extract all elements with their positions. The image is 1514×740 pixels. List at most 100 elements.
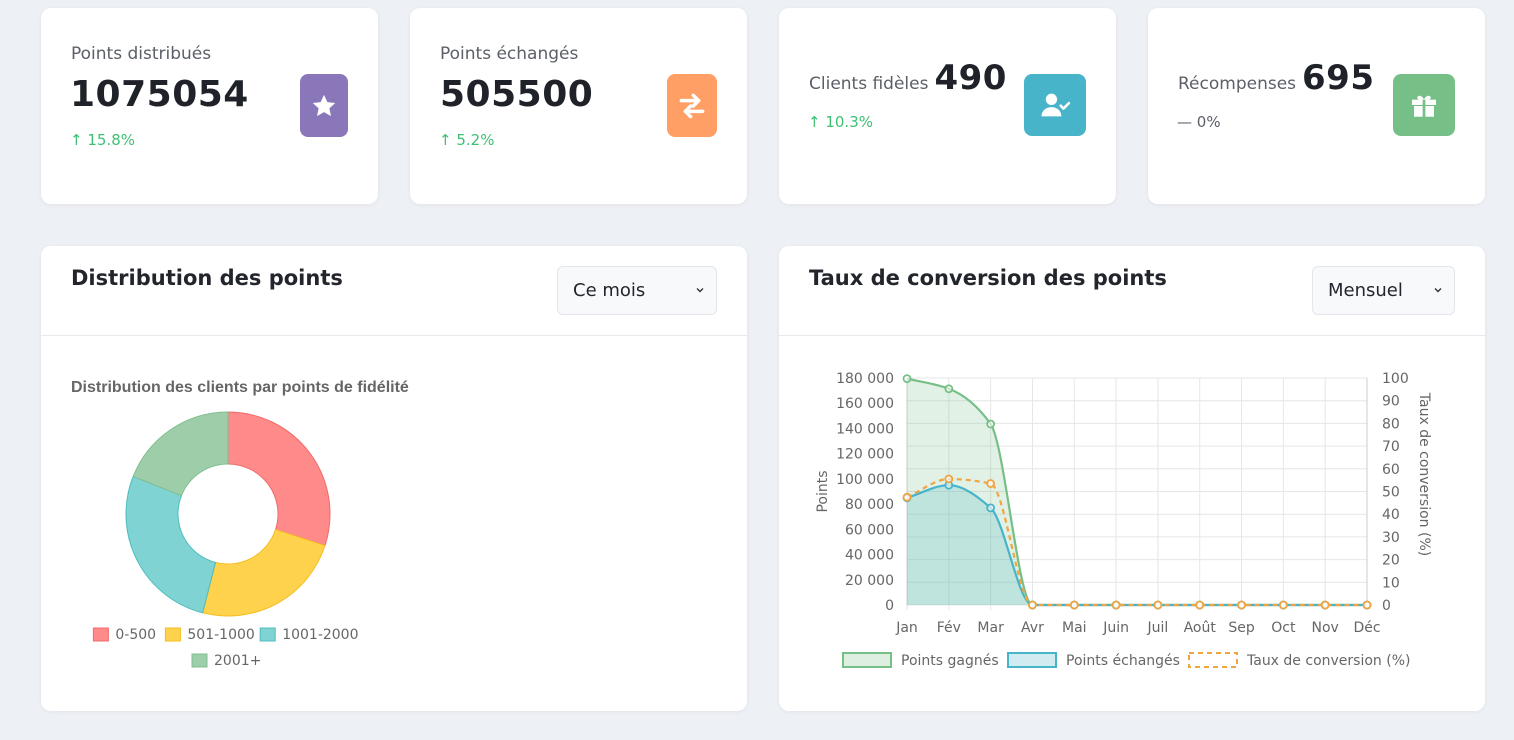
x-tick: Fév [937, 620, 961, 636]
legend-swatch-1001-2000 [259, 627, 276, 642]
legend-label: Points échangés [1066, 653, 1180, 669]
stat-value: 1075054 [70, 74, 249, 115]
user-check-icon [1041, 93, 1071, 117]
y-tick-left: 120 000 [836, 447, 894, 463]
y-tick-right: 100 [1382, 371, 1409, 387]
legend-swatch [842, 652, 892, 668]
x-tick: Juil [1147, 620, 1169, 636]
data-point [986, 479, 996, 488]
doughnut-slice-1001-2000 [125, 475, 217, 614]
arrow-up-icon: ↑ [439, 131, 457, 149]
x-tick: Mai [1062, 620, 1087, 636]
data-point [944, 384, 954, 394]
data-point [1028, 600, 1037, 610]
distribution-panel: Distribution des points Ce mois Distribu… [41, 246, 747, 711]
y-tick-left: 160 000 [836, 396, 894, 412]
dash-icon: — [1177, 113, 1197, 131]
y-tick-right: 90 [1382, 394, 1400, 410]
data-point [1320, 600, 1330, 610]
data-point [944, 474, 954, 484]
stat-icon-box [1393, 74, 1455, 136]
data-point [1069, 600, 1079, 610]
stat-card-loyal-clients: Clients fidèles 490 ↑ 10.3% [779, 8, 1116, 204]
stat-trend: ↑ 5.2% [439, 131, 495, 149]
panel-divider [41, 335, 747, 336]
stat-headline: Récompenses 695 [1178, 58, 1375, 98]
legend-swatch-501-1000 [164, 627, 181, 642]
legend-label: 501-1000 [187, 627, 254, 643]
legend-swatch-0-500 [92, 627, 109, 642]
stat-card-points-exchanged: Points échangés 505500 ↑ 5.2% [410, 8, 747, 204]
stat-trend: ↑ 15.8% [70, 131, 135, 149]
arrow-up-icon: ↑ [808, 113, 826, 131]
x-tick: Oct [1271, 620, 1296, 636]
legend-label: 0-500 [115, 627, 156, 643]
y-tick-right: 40 [1382, 507, 1400, 523]
stat-value: 490 [934, 58, 1007, 98]
stat-card-points-distributed: Points distribués 1075054 ↑ 15.8% [41, 8, 378, 204]
x-tick: Mar [977, 620, 1004, 636]
y-tick-right: 0 [1382, 598, 1391, 614]
data-point [1111, 600, 1121, 610]
y-tick-left: 100 000 [836, 472, 894, 488]
y-tick-left: 0 [885, 598, 894, 614]
stat-card-rewards: Récompenses 695 — 0% [1148, 8, 1485, 204]
x-tick: Déc [1353, 620, 1380, 636]
doughnut-chart-title: Distribution des clients par points de f… [71, 379, 409, 396]
x-tick: Août [1184, 620, 1217, 636]
conversion-line-chart: 0 20 000 40 000 60 000 80 000 100 000 120 000 1… [815, 371, 1432, 669]
data-point [902, 374, 912, 384]
stat-icon-box [300, 74, 348, 137]
legend-swatch-2001+ [191, 653, 208, 668]
stat-label: Points distribués [71, 44, 212, 64]
y-tick-left: 80 000 [845, 497, 894, 513]
legend-label: 2001+ [214, 653, 261, 669]
x-tick: Nov [1312, 620, 1339, 636]
y-tick-right: 20 [1382, 553, 1400, 569]
stat-label: Clients fidèles [809, 74, 929, 94]
panel-title: Distribution des points [71, 266, 343, 290]
legend-label: Points gagnés [901, 653, 999, 669]
doughnut-slice-0-500 [227, 411, 331, 547]
y-tick-left: 20 000 [845, 573, 894, 589]
stat-icon-box [667, 74, 717, 137]
stat-headline: Clients fidèles 490 [809, 58, 1007, 98]
y-tick-right: 10 [1382, 575, 1400, 591]
exchange-arrows-icon [679, 93, 705, 118]
x-tick: Juin [1102, 620, 1129, 636]
y-tick-right: 60 [1382, 462, 1400, 478]
y-tick-right: 70 [1382, 439, 1400, 455]
x-tick: Sep [1228, 620, 1255, 636]
chevron-down-icon [696, 288, 704, 293]
y-tick-right: 30 [1382, 530, 1400, 546]
data-point [986, 503, 996, 513]
y-tick-right: 50 [1382, 485, 1400, 501]
y-axis-label-right: Taux de conversion (%) [1416, 392, 1432, 556]
legend-swatch [1188, 652, 1238, 668]
data-point [1237, 600, 1246, 610]
data-point [1362, 600, 1372, 610]
arrow-up-icon: ↑ [70, 131, 88, 149]
legend-label: Taux de conversion (%) [1246, 653, 1410, 669]
star-icon [312, 94, 336, 116]
y-axis-label-left: Points [815, 470, 831, 512]
x-tick: Avr [1021, 620, 1044, 636]
y-tick-left: 180 000 [836, 371, 894, 387]
conversion-panel: Taux de conversion des points Mensuel 02… [779, 246, 1485, 711]
y-tick-left: 60 000 [845, 522, 894, 538]
area-fill-exchanged [907, 485, 1367, 605]
stat-value: 505500 [440, 74, 594, 115]
gift-icon [1412, 95, 1436, 117]
stat-trend: — 0% [1177, 113, 1221, 131]
y-tick-right: 80 [1382, 416, 1400, 432]
data-point [986, 419, 996, 429]
stat-trend: ↑ 10.3% [808, 113, 873, 131]
legend-swatch [1007, 652, 1057, 668]
stat-label: Points échangés [440, 44, 579, 64]
stat-value: 695 [1302, 58, 1375, 98]
stat-label: Récompenses [1178, 74, 1297, 94]
doughnut-chart: 0-500 501-1000 1001-2000 2001+ [92, 411, 359, 669]
period-select-value: Ce mois [573, 280, 646, 301]
x-tick: Jan [895, 620, 918, 636]
period-select[interactable]: Ce mois [557, 266, 717, 315]
